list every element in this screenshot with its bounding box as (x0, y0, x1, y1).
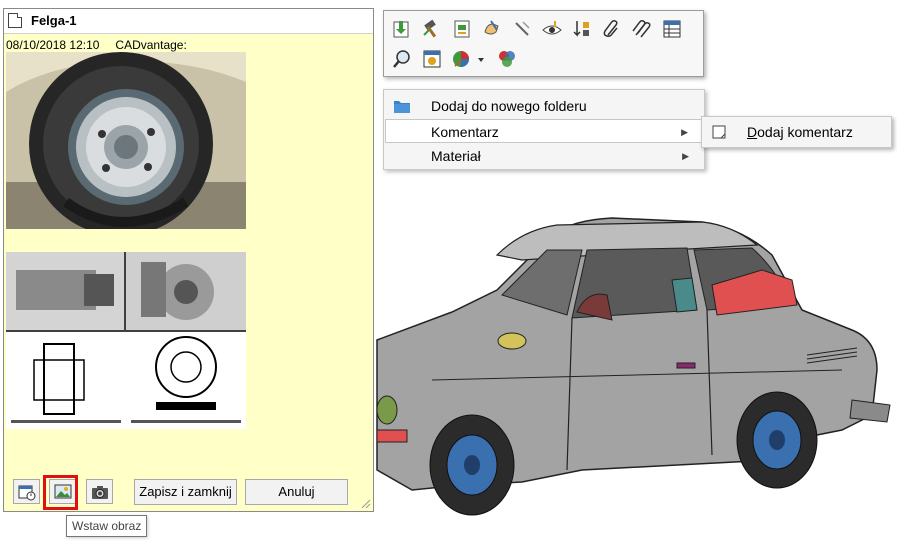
context-menu: Dodaj do nowego folderu Komentarz ▶ Mate… (383, 89, 705, 170)
eye-icon[interactable] (541, 18, 563, 40)
color-palette-icon[interactable] (496, 48, 518, 70)
comment-window: Felga-1 08/10/2018 12:10 CADvantage: Zap… (3, 8, 374, 512)
paperclip-icon[interactable] (601, 18, 623, 40)
comment-title-bar: Felga-1 (4, 9, 373, 34)
submenu-arrow-icon: ▶ (681, 127, 688, 137)
insert-part-icon[interactable] (391, 18, 413, 40)
pointer-hide-icon[interactable] (511, 18, 533, 40)
resize-grip-icon[interactable] (359, 497, 371, 509)
dropdown-arrow-icon[interactable] (476, 48, 486, 70)
note-icon (712, 125, 726, 139)
sort-icon[interactable] (571, 18, 593, 40)
label-rest: odaj komentarz (757, 124, 853, 140)
insert-image-highlight (43, 475, 78, 510)
insert-image-tooltip: Wstaw obraz (66, 515, 148, 537)
menu-item-add-to-new-folder[interactable]: Dodaj do nowego folderu (385, 94, 703, 118)
paperclip-multi-icon[interactable] (631, 18, 653, 40)
accelerator-key: D (747, 124, 758, 140)
insert-date-button[interactable] (13, 479, 40, 504)
document-icon (8, 13, 22, 28)
submenu-item-label: Dodaj komentarz (747, 120, 853, 144)
menu-item-material[interactable]: Materiał ▶ (385, 144, 703, 168)
submenu-arrow-icon: ▶ (682, 151, 689, 161)
menu-item-comment[interactable]: Komentarz ▶ (385, 119, 703, 143)
save-close-button[interactable]: Zapisz i zamknij (134, 479, 237, 505)
context-toolbar (383, 10, 704, 77)
folder-icon (394, 101, 410, 113)
menu-item-label: Dodaj do nowego folderu (431, 98, 587, 114)
zoom-icon[interactable] (391, 48, 413, 70)
document-icon[interactable] (451, 18, 473, 40)
submenu-item-add-comment[interactable]: Dodaj komentarz (703, 120, 890, 144)
cancel-button[interactable]: Anuluj (245, 479, 348, 505)
technical-drawing-image[interactable] (6, 252, 246, 429)
car-3d-model[interactable] (372, 200, 897, 547)
properties-icon[interactable] (421, 48, 443, 70)
comment-meta: 08/10/2018 12:10 CADvantage: (6, 38, 203, 52)
comment-submenu: Dodaj komentarz (701, 116, 892, 148)
wheel-photo[interactable] (6, 52, 246, 229)
comment-author: CADvantage: (115, 38, 187, 52)
menu-item-label: Komentarz (431, 124, 499, 140)
menu-item-label: Materiał (431, 148, 481, 164)
calendar-clock-icon (18, 485, 36, 501)
comment-date: 08/10/2018 12:10 (6, 38, 100, 52)
hammer-icon[interactable] (421, 18, 443, 40)
camera-icon (92, 486, 108, 499)
comment-title: Felga-1 (31, 13, 77, 28)
table-icon[interactable] (661, 18, 683, 40)
hand-pen-icon[interactable] (481, 18, 503, 40)
screenshot-button[interactable] (86, 479, 113, 504)
appearance-icon[interactable] (451, 48, 473, 70)
